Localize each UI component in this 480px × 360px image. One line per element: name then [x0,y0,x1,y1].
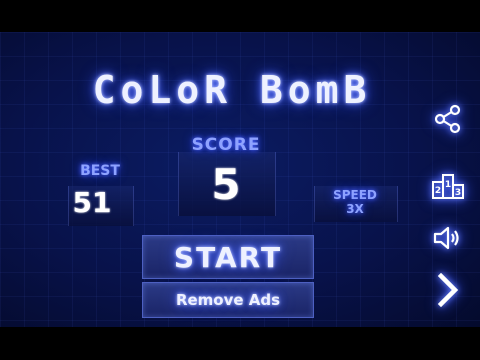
sound-button[interactable] [428,218,468,258]
best-value: 51 [72,186,112,219]
remove-ads-button[interactable]: Remove Ads [142,282,314,318]
game-screen: CoLoR BomB SCORE 5 BEST 51 SPEED 3X STAR… [0,32,480,327]
sound-icon [433,226,459,250]
leaderboard-button[interactable]: 2 1 3 [428,165,468,205]
next-button[interactable] [428,270,468,310]
score-value: 5 [211,160,241,209]
leaderboard-digit-1: 1 [445,180,451,190]
leaderboard-digit-3: 3 [455,188,461,198]
game-title: CoLoR BomB [92,68,372,112]
leaderboard-digit-2: 2 [435,186,441,196]
start-button[interactable]: START [142,235,314,279]
score-label: SCORE [191,135,261,155]
share-button[interactable] [428,99,468,139]
share-icon [434,104,461,134]
next-arrow-icon [437,273,459,307]
leaderboard-icon: 2 1 3 [432,174,464,199]
speed-label: SPEED [333,188,377,202]
speed-value: 3X [346,202,364,216]
best-label: BEST [80,163,120,179]
